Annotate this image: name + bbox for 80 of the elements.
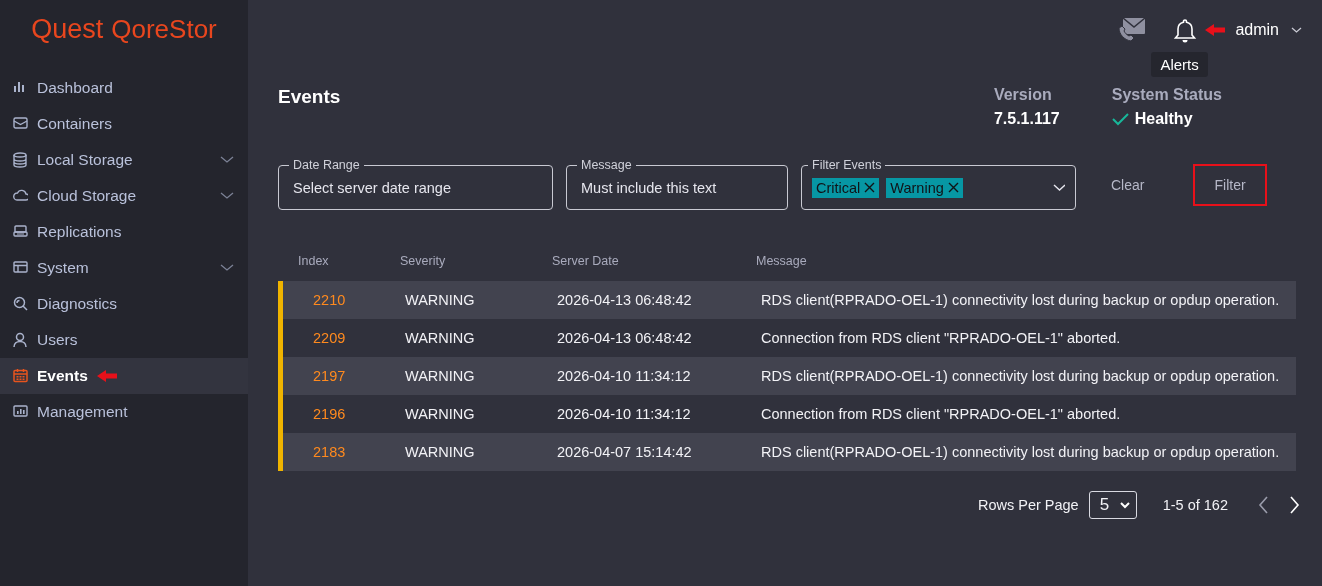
user-menu[interactable]: admin xyxy=(1235,21,1279,39)
table-cell-text: RDS client(RPRADO-OEL-1) connectivity lost during backup or opdup operation. xyxy=(761,444,1281,460)
tooltip: Alerts xyxy=(1151,51,1208,77)
message-field[interactable]: Message Must include this text xyxy=(566,160,788,210)
table-row[interactable]: 2183 WARNING 2026-04-07 15:14:42 RDS client(RPRADO-OEL-1) connectivity lost during backup or opdup operation. xyxy=(278,433,1296,471)
sidebar-item[interactable]: Cloud Storage xyxy=(0,178,248,214)
arrow-icon xyxy=(1205,23,1228,37)
user-icon xyxy=(12,332,28,348)
column-header[interactable]: Index xyxy=(278,254,400,268)
sidebar-item[interactable]: Events xyxy=(0,358,248,394)
table-cell-text: 2026-04-10 11:34:12 xyxy=(557,368,692,384)
rows-per-page-select[interactable]: 5 xyxy=(1088,491,1137,519)
chevron-down-icon[interactable] xyxy=(1291,26,1302,34)
filter-chip[interactable]: Warning xyxy=(886,177,963,198)
table-cell-text: Connection from RDS client "RPRADO-OEL-1" aborted. xyxy=(761,330,1122,346)
message-input[interactable]: Must include this text xyxy=(581,179,773,196)
sidebar-item[interactable]: Diagnostics xyxy=(0,286,248,322)
bell-icon[interactable] xyxy=(1173,17,1198,43)
table-cell-text: WARNING xyxy=(405,406,476,422)
logo-product: QoreStor xyxy=(111,14,217,45)
filter-events-select[interactable]: Filter Events Critical Warning xyxy=(801,160,1076,210)
table-cell-text: 2210 xyxy=(312,292,347,308)
table-cell-text: WARNING xyxy=(405,292,476,308)
sidebar-item[interactable]: Dashboard xyxy=(0,70,248,106)
field-label: Date Range xyxy=(292,160,361,170)
column-header[interactable]: Server Date xyxy=(552,254,756,268)
chevron-down-icon xyxy=(1119,501,1130,509)
table-cell-text: WARNING xyxy=(405,368,476,384)
sidebar-item[interactable]: Users xyxy=(0,322,248,358)
check-icon xyxy=(1111,112,1129,126)
magnifier-icon xyxy=(12,296,28,312)
envelope-icon xyxy=(12,116,28,132)
next-page-icon[interactable] xyxy=(1289,496,1300,514)
version-label: Version xyxy=(993,86,1053,104)
previous-page-icon[interactable] xyxy=(1258,496,1269,514)
logo-brand: Quest xyxy=(31,14,104,45)
status-value: Healthy xyxy=(1134,110,1193,128)
column-header[interactable]: Message xyxy=(756,254,1296,268)
sidebar-item[interactable]: System xyxy=(0,250,248,286)
page-title: Events xyxy=(278,86,342,108)
table-cell-text: 2197 xyxy=(312,368,347,384)
table-cell-text: 2026-04-13 06:48:42 xyxy=(557,330,693,346)
table-cell-text: 2026-04-07 15:14:42 xyxy=(557,444,693,460)
sidebar-item[interactable]: Management xyxy=(0,394,248,430)
version-value: 7.5.1.117 xyxy=(993,110,1060,128)
sidebar-item[interactable]: Containers xyxy=(0,106,248,142)
date-range-input[interactable]: Select server date range xyxy=(293,179,538,196)
table-cell-text: RDS client(RPRADO-OEL-1) connectivity lost during backup or opdup operation. xyxy=(761,368,1281,384)
clear-button[interactable]: Clear xyxy=(1109,171,1147,199)
page-range: 1-5 of 162 xyxy=(1162,497,1228,513)
arrow-icon xyxy=(96,369,119,383)
drive-icon xyxy=(12,224,28,240)
table-cell-text: Connection from RDS client "RPRADO-OEL-1" aborted. xyxy=(761,406,1122,422)
filter-button[interactable]: Filter xyxy=(1214,173,1246,197)
layout-icon xyxy=(12,260,28,276)
calendar-icon xyxy=(12,368,28,384)
cloud-icon xyxy=(12,188,28,204)
table-cell-text: WARNING xyxy=(405,330,476,346)
table-cell-text: RDS client(RPRADO-OEL-1) connectivity lost during backup or opdup operation. xyxy=(761,292,1281,308)
sidebar-item[interactable]: Local Storage xyxy=(0,142,248,178)
close-icon[interactable] xyxy=(864,182,876,193)
table-cell-text: 2209 xyxy=(312,330,347,346)
chevron-down-icon[interactable] xyxy=(1053,184,1065,191)
table-row[interactable]: 2210 WARNING 2026-04-13 06:48:42 RDS client(RPRADO-OEL-1) connectivity lost during backup or opdup operation. xyxy=(278,281,1296,319)
table-cell-text: 2026-04-13 06:48:42 xyxy=(557,292,693,308)
status-label: System Status xyxy=(1111,86,1222,104)
database-icon xyxy=(12,152,28,168)
filter-chip[interactable]: Critical xyxy=(812,177,880,198)
table-row[interactable]: 2197 WARNING 2026-04-10 11:34:12 RDS client(RPRADO-OEL-1) connectivity lost during backup or opdup operation. xyxy=(278,357,1296,395)
table-cell-text: 2196 xyxy=(312,406,347,422)
column-header[interactable]: Severity xyxy=(400,254,552,268)
rows-per-page-label: Rows Per Page xyxy=(977,497,1079,513)
date-range-field[interactable]: Date Range Select server date range xyxy=(278,160,553,210)
close-icon[interactable] xyxy=(947,182,959,193)
table-cell-text: WARNING xyxy=(405,444,476,460)
table-cell-text: 2183 xyxy=(312,444,347,460)
table-cell-text: 2026-04-10 11:34:12 xyxy=(557,406,692,422)
field-label: Message xyxy=(580,160,633,170)
chart-window-icon xyxy=(12,404,28,420)
sidebar-item[interactable]: Replications xyxy=(0,214,248,250)
